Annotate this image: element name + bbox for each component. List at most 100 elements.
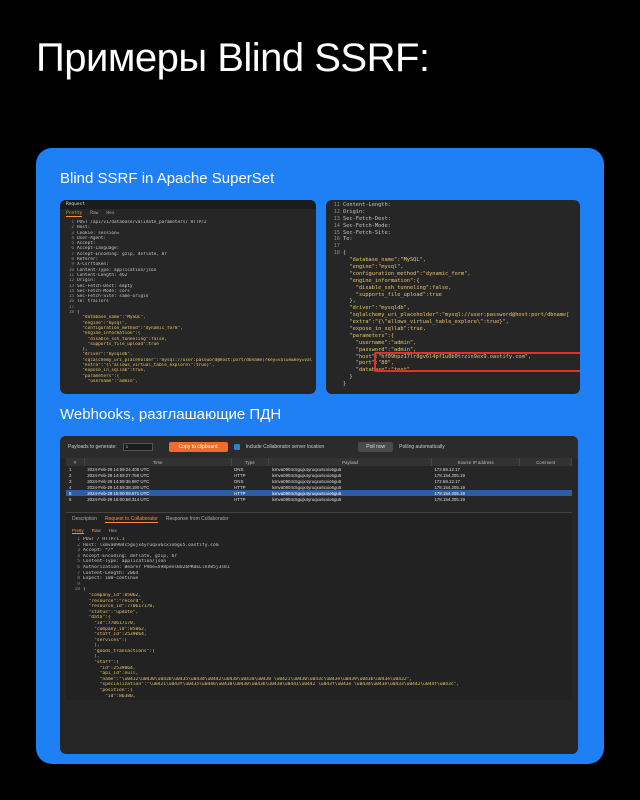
tab-request-to-collaborator[interactable]: Request to Collaborator <box>105 516 158 523</box>
line-text: ], <box>83 643 100 649</box>
tab-pretty[interactable]: Pretty <box>72 528 84 534</box>
line-text: "engine_information":{ <box>343 277 420 284</box>
code-line: 16 Te: <box>330 236 576 243</box>
code-line: "username":"admin", <box>64 379 312 384</box>
superset-json-screenshot: 11 Content-Length: 12 Origin: 13 Sec-Fetch-De… <box>326 200 580 394</box>
line-text: "configuration_method":"dynamic_form", <box>343 270 471 277</box>
tab-raw[interactable]: Raw <box>92 528 101 534</box>
tab-raw[interactable]: Raw <box>90 211 98 217</box>
code-line: 15 Sec-Fetch-Site: <box>330 230 576 237</box>
code-line: } <box>330 381 576 388</box>
detail-pane: Description Request to Collaborator Respon… <box>66 512 572 701</box>
code-line: } <box>330 374 576 381</box>
line-text: Content-Length: 462 <box>77 272 128 278</box>
line-text: "supports_file_upload":true <box>77 341 159 347</box>
line-text: "disable_ssh_tunneling":false, <box>343 284 452 291</box>
line-text: Content-Type: application/json <box>77 267 157 273</box>
line-text: "engine_information":{ <box>77 331 141 337</box>
column-header[interactable]: Comment <box>519 458 572 466</box>
cell-type: HTTP <box>234 496 246 502</box>
line-text: User-Agent: <box>77 235 107 241</box>
tab-description[interactable]: Description <box>72 516 97 523</box>
code-line: "engine":"mysql", <box>330 264 576 271</box>
line-text: "configuration_method":"dynamic_form", <box>77 325 183 331</box>
tab-pretty[interactable]: Pretty <box>66 211 83 217</box>
line-text: Accept-Language: <box>77 246 120 252</box>
line-text: POST /api/v1/database/validate_parameter… <box>77 220 207 225</box>
collaborator-screenshot: Payloads to generate: 1 Copy to clipboar… <box>60 436 578 754</box>
line-text: "parameters":{ <box>77 373 120 379</box>
line-text: Accept: */* <box>83 548 114 554</box>
column-header[interactable]: Source IP address <box>431 458 521 466</box>
line-text: "company_id":85062, <box>83 626 147 632</box>
line-text: Content-Type: application/json <box>83 559 166 565</box>
code-line: }, <box>330 298 576 305</box>
line-text: Accept-Encoding: deflate, gzip, br <box>83 553 178 559</box>
line-text: "status":"update", <box>83 609 139 615</box>
line-text: X-Csrftoken: <box>77 262 109 268</box>
table-header-row: # Time Type Payload Source IP address Comment <box>66 458 572 466</box>
section-label-superset: Blind SSRF in Apache SuperSet <box>60 170 275 187</box>
cell-payload: lxmva0904c5gujx4yruqxu6cxio6gu5 <box>271 496 342 502</box>
line-number: 12 <box>333 208 340 215</box>
line-text: Content-Length: <box>343 202 391 208</box>
copy-to-clipboard-button[interactable]: Copy to clipboard <box>168 442 228 452</box>
slide-title: Примеры Blind SSRF: <box>36 36 430 80</box>
line-text: Authorization: Bearer PVbe=h98peesBO2bPK… <box>83 564 230 570</box>
line-text: "resource_id":770617170, <box>83 604 155 610</box>
line-text: "extra":"{\"allows_virtual_table_explore… <box>343 319 509 326</box>
code-line: "expose_in_sqllab":true, <box>330 326 576 333</box>
line-text: "expose_in_sqllab":true, <box>77 368 146 374</box>
cell-ip: 178.154.205.19 <box>434 496 465 502</box>
request-header: Request <box>60 200 316 209</box>
line-text: } <box>343 374 353 381</box>
code-line: "supports_file_upload":true <box>330 292 576 299</box>
line-text: "expose_in_sqllab":true, <box>343 326 426 333</box>
blue-content-panel: Blind SSRF in Apache SuperSet Request Pr… <box>36 148 604 764</box>
code-line: "id":86380, <box>70 694 568 700</box>
code-line: "driver":"mysqldb", <box>330 305 576 312</box>
line-text: "specialization":"\u0421\u043f\u0435\u04… <box>83 682 460 688</box>
line-text: Referer: <box>77 257 99 263</box>
line-number: 16 <box>333 236 340 243</box>
line-text: "name":"\u0412\u0430\u043b\u0435\u043d\u… <box>83 676 413 682</box>
line-text: Cookie: session= <box>77 230 120 236</box>
poll-status: Polling automatically <box>399 444 445 450</box>
line-text: Sec-Fetch-Mode: <box>343 222 391 229</box>
tab-hex[interactable]: Hex <box>109 528 117 534</box>
column-header[interactable]: Type <box>231 458 270 466</box>
line-number: 13 <box>333 215 340 222</box>
include-location-checkbox[interactable] <box>233 444 240 450</box>
line-text: }, <box>343 298 356 305</box>
tab-response-from-collaborator[interactable]: Response from Collaborator <box>166 516 229 523</box>
line-text: "id":86380, <box>83 693 136 699</box>
line-text: Origin: <box>343 208 366 215</box>
table-row[interactable]: 6 2024-Feb-29 15:00:58.314 UTC HTTP lxmva09… <box>66 496 572 502</box>
column-header[interactable]: Time <box>84 458 232 466</box>
line-text: Te: <box>343 236 353 243</box>
line-text: "driver":"mysqldb", <box>343 305 410 312</box>
column-header[interactable]: # <box>66 458 85 466</box>
section-label-webhooks: Webhooks, разглашающие ПДН <box>60 406 282 423</box>
column-header[interactable]: Payload <box>268 458 432 466</box>
detail-view-tabs: Pretty Raw Hex <box>66 526 572 536</box>
code-line: "engine_information":{ <box>330 278 576 285</box>
line-text: Sec-Fetch-Mode: cors <box>77 288 130 294</box>
payloads-input[interactable]: 1 <box>122 443 153 451</box>
code-line: "database_name":"MySQL", <box>330 257 576 264</box>
line-text: "extra":"{\"allows_virtual_table_explore… <box>77 363 215 369</box>
line-text: "data":{ <box>83 615 111 621</box>
poll-now-button[interactable]: Poll now <box>358 442 394 452</box>
code-line: "configuration_method":"dynamic_form", <box>330 271 576 278</box>
code-line: "username":"admin", <box>330 340 576 347</box>
cell-comment <box>520 496 572 502</box>
line-text: "engine":"mysql", <box>343 264 404 271</box>
tab-hex[interactable]: Hex <box>106 211 114 217</box>
code-line: "parameters":{ <box>330 333 576 340</box>
line-text: Expect: 100-continue <box>83 576 139 582</box>
line-text: Sec-Fetch-Site: <box>343 229 391 236</box>
cell-time: 2024-Feb-29 15:00:58.314 UTC <box>87 496 150 502</box>
line-text: { <box>343 250 347 257</box>
line-text: "sqlalchemy_uri_placeholder":"mysql://us… <box>77 357 312 363</box>
code-line: 13 Sec-Fetch-Dest: <box>330 216 576 223</box>
